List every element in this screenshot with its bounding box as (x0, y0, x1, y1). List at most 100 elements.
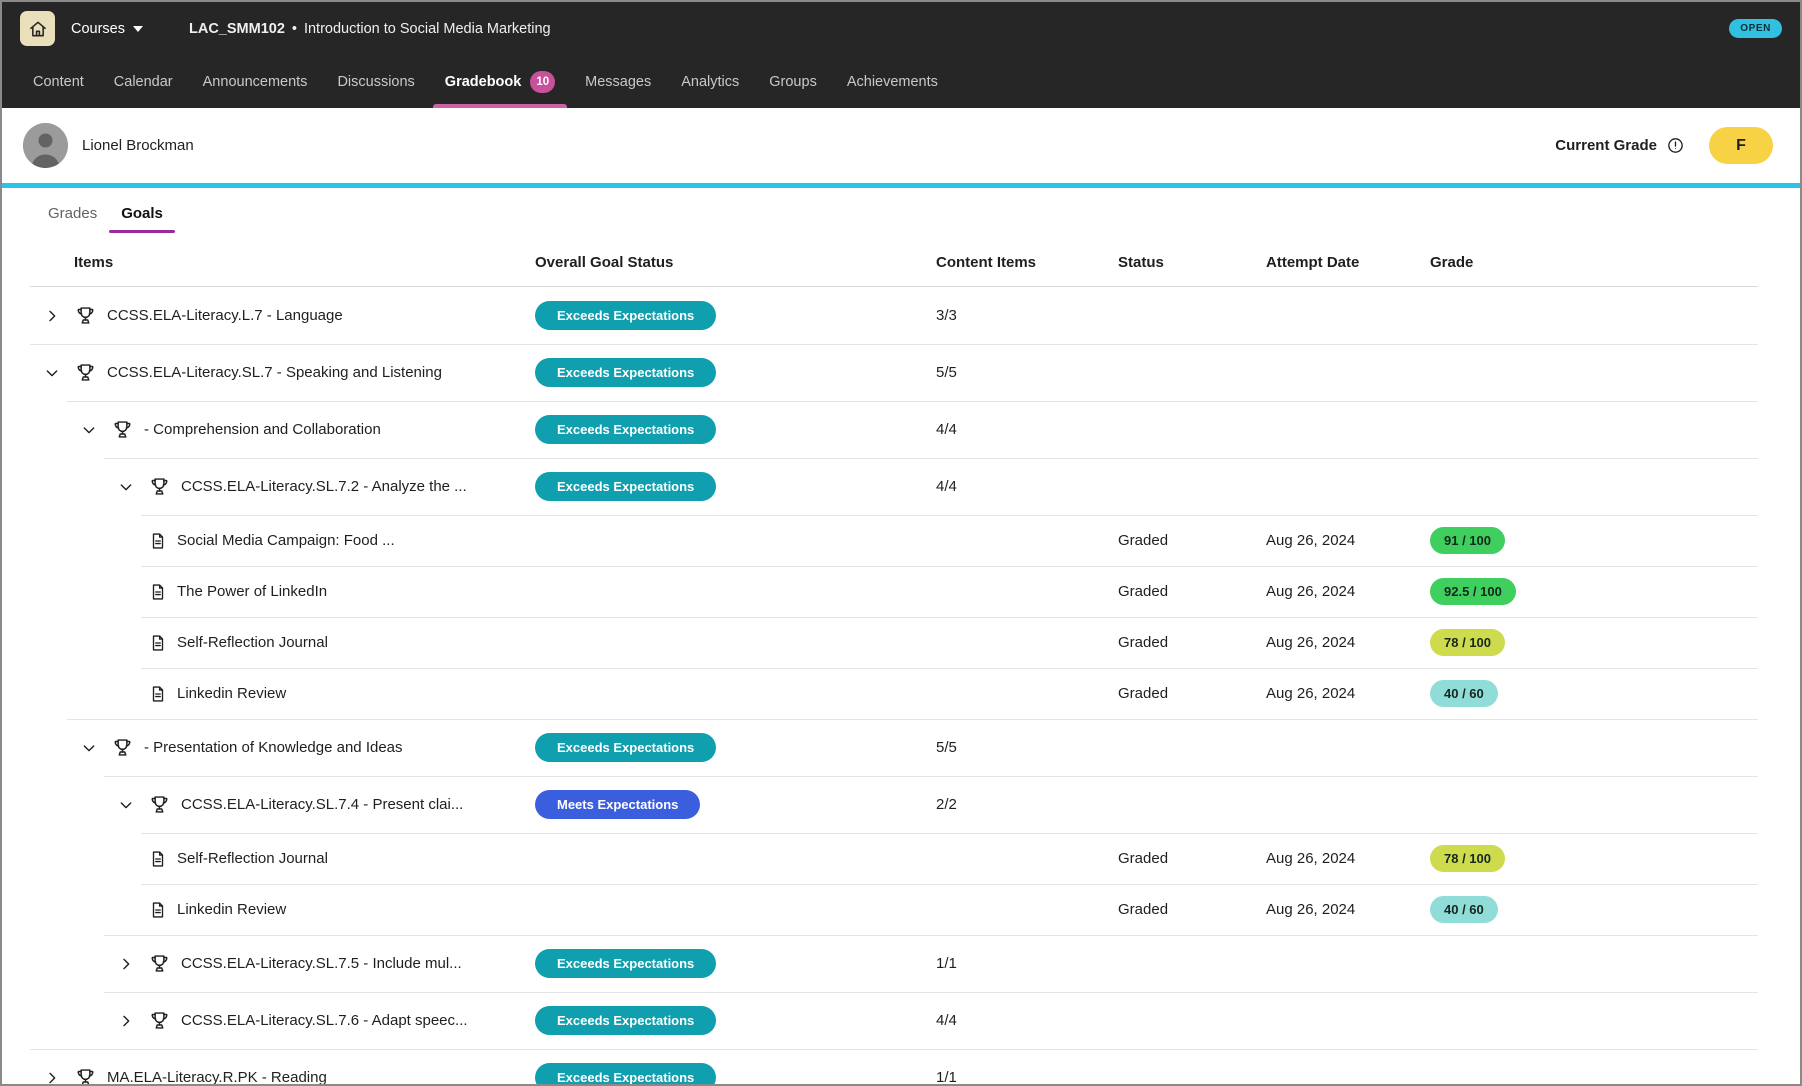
trophy-icon (75, 1067, 96, 1086)
grade-pill: 40 / 60 (1430, 896, 1498, 923)
chevron-down-icon[interactable] (112, 479, 140, 495)
content-item-label[interactable]: Linkedin Review (177, 901, 286, 918)
tab-grades[interactable]: Grades (36, 188, 109, 238)
goals-table: ItemsOverall Goal StatusContent ItemsSta… (2, 238, 1800, 1086)
content-item-row: Self-Reflection Journal GradedAug 26, 202… (30, 833, 1758, 884)
chevron-down-icon[interactable] (38, 365, 66, 381)
goal-status-pill: Exceeds Expectations (535, 301, 716, 330)
chevron-right-icon[interactable] (112, 1013, 140, 1029)
goal-label: CCSS.ELA-Literacy.SL.7.6 - Adapt speec..… (181, 1012, 468, 1029)
document-icon (149, 531, 167, 551)
goal-row[interactable]: CCSS.ELA-Literacy.SL.7 - Speaking and Li… (30, 344, 1758, 401)
trophy-icon (149, 1010, 170, 1031)
content-item-label[interactable]: Self-Reflection Journal (177, 634, 328, 651)
attempt-status: Graded (1118, 685, 1266, 702)
attempt-status: Graded (1118, 634, 1266, 651)
attempt-date: Aug 26, 2024 (1266, 901, 1430, 918)
table-body: CCSS.ELA-Literacy.L.7 - LanguageExceeds … (30, 287, 1758, 1086)
tab-label: Calendar (114, 74, 173, 90)
tab-groups[interactable]: Groups (754, 55, 832, 108)
attempt-status: Graded (1118, 532, 1266, 549)
attempt-status: Graded (1118, 901, 1266, 918)
grade-pill: 78 / 100 (1430, 845, 1505, 872)
tab-label: Gradebook (445, 74, 522, 90)
chevron-down-icon[interactable] (75, 422, 103, 438)
tab-content[interactable]: Content (18, 55, 99, 108)
content-item-row: Self-Reflection JournalGradedAug 26, 202… (30, 617, 1758, 668)
home-button[interactable] (20, 11, 55, 46)
student-name: Lionel Brockman (82, 137, 194, 154)
goal-row[interactable]: CCSS.ELA-Literacy.SL.7.6 - Adapt speec..… (30, 992, 1758, 1049)
tab-analytics[interactable]: Analytics (666, 55, 754, 108)
tab-calendar[interactable]: Calendar (99, 55, 188, 108)
chevron-right-icon[interactable] (38, 308, 66, 324)
content-items-count: 1/1 (936, 1069, 1118, 1086)
column-header-content-items: Content Items (936, 254, 1118, 271)
course-title: LAC_SMM102 • Introduction to Social Medi… (189, 21, 551, 37)
tab-goals[interactable]: Goals (109, 188, 175, 238)
goal-status-pill: Exceeds Expectations (535, 415, 716, 444)
goal-row[interactable]: CCSS.ELA-Literacy.SL.7.5 - Include mul..… (30, 935, 1758, 992)
content-items-count: 4/4 (936, 421, 1118, 438)
student-header: Lionel Brockman Current Grade F (2, 108, 1800, 183)
column-header-overall-goal-status: Overall Goal Status (535, 254, 936, 271)
attempt-status: Graded (1118, 850, 1266, 867)
goal-row[interactable]: MA.ELA-Literacy.R.PK - ReadingExceeds Ex… (30, 1049, 1758, 1086)
attempt-date: Aug 26, 2024 (1266, 532, 1430, 549)
content-item-label[interactable]: Self-Reflection Journal (177, 850, 328, 867)
trophy-icon (149, 953, 170, 974)
goal-label: CCSS.ELA-Literacy.SL.7 - Speaking and Li… (107, 364, 442, 381)
content-items-count: 1/1 (936, 955, 1118, 972)
courses-dropdown[interactable]: Courses (71, 21, 143, 37)
content-item-label[interactable]: Linkedin Review (177, 685, 286, 702)
document-icon (149, 633, 167, 653)
document-icon (149, 582, 167, 602)
tab-grades-label: Grades (48, 205, 97, 222)
content-item-row: The Power of LinkedInGradedAug 26, 20249… (30, 566, 1758, 617)
tab-messages[interactable]: Messages (570, 55, 666, 108)
goal-label: CCSS.ELA-Literacy.SL.7.2 - Analyze the .… (181, 478, 467, 495)
content-item-label[interactable]: The Power of LinkedIn (177, 583, 327, 600)
goal-row[interactable]: - Presentation of Knowledge and Ideas Exc… (30, 719, 1758, 776)
tab-label: Announcements (203, 74, 308, 90)
course-open-badge[interactable]: OPEN (1729, 19, 1782, 38)
goal-status-pill: Exceeds Expectations (535, 949, 716, 978)
column-header-attempt-date: Attempt Date (1266, 254, 1430, 271)
trophy-icon (149, 794, 170, 815)
tab-achievements[interactable]: Achievements (832, 55, 953, 108)
trophy-icon (75, 362, 96, 383)
chevron-right-icon[interactable] (112, 956, 140, 972)
goal-status-pill: Meets Expectations (535, 790, 700, 819)
avatar (23, 123, 68, 168)
goal-row[interactable]: CCSS.ELA-Literacy.SL.7.4 - Present clai.… (30, 776, 1758, 833)
goal-status-pill: Exceeds Expectations (535, 1006, 716, 1035)
chevron-right-icon[interactable] (38, 1070, 66, 1086)
tab-discussions[interactable]: Discussions (322, 55, 429, 108)
goal-status-pill: Exceeds Expectations (535, 472, 716, 501)
chevron-down-icon[interactable] (75, 740, 103, 756)
goal-status-pill: Exceeds Expectations (535, 358, 716, 387)
content-items-count: 4/4 (936, 478, 1118, 495)
goal-status-pill: Exceeds Expectations (535, 733, 716, 762)
tab-gradebook[interactable]: Gradebook10 (430, 55, 570, 108)
info-icon[interactable] (1666, 136, 1685, 155)
chevron-down-icon[interactable] (112, 797, 140, 813)
content-item-label[interactable]: Social Media Campaign: Food ... (177, 532, 395, 549)
attempt-date: Aug 26, 2024 (1266, 583, 1430, 600)
document-icon (149, 684, 167, 704)
courses-label: Courses (71, 21, 125, 37)
tab-label: Messages (585, 74, 651, 90)
goal-row[interactable]: CCSS.ELA-Literacy.L.7 - LanguageExceeds … (30, 287, 1758, 344)
content-items-count: 5/5 (936, 739, 1118, 756)
tab-announcements[interactable]: Announcements (188, 55, 323, 108)
attempt-date: Aug 26, 2024 (1266, 850, 1430, 867)
goal-label: - Presentation of Knowledge and Ideas (144, 739, 403, 756)
goal-row[interactable]: - Comprehension and Collaboration Exceeds… (30, 401, 1758, 458)
column-header-items: Items (30, 254, 535, 271)
goal-label: - Comprehension and Collaboration (144, 421, 381, 438)
attempt-status: Graded (1118, 583, 1266, 600)
tab-label: Achievements (847, 74, 938, 90)
goal-row[interactable]: CCSS.ELA-Literacy.SL.7.2 - Analyze the .… (30, 458, 1758, 515)
course-title-separator: • (292, 21, 297, 37)
content-item-row: Social Media Campaign: Food ... GradedAug… (30, 515, 1758, 566)
